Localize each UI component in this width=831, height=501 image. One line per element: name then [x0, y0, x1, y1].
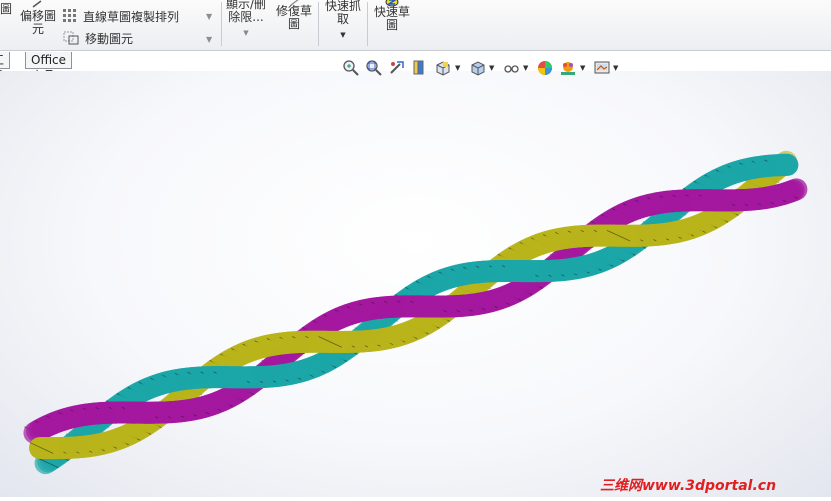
hide-show-items-icon[interactable]: [503, 59, 521, 77]
watermark-cn-text: 三维网: [600, 478, 642, 494]
quick-snaps-button[interactable]: 快速抓 取 ▼: [322, 0, 364, 42]
view-settings-icon[interactable]: [593, 59, 611, 77]
rapid-sketch-button[interactable]: 快速草 圖: [371, 0, 413, 32]
section-view-icon[interactable]: [411, 59, 429, 77]
offset-entities-icon: [31, 0, 45, 8]
zoom-to-fit-icon[interactable]: [342, 59, 360, 77]
linear-pattern-button[interactable]: 直線草圖複製排列: [63, 8, 179, 26]
partial-label-text: 圖: [0, 2, 12, 16]
ribbon-separator: [367, 2, 368, 46]
move-entities-dropdown-arrow[interactable]: ▼: [206, 35, 212, 44]
zoom-to-area-icon[interactable]: [365, 59, 383, 77]
apply-scene-icon[interactable]: [559, 59, 577, 77]
display-style-icon[interactable]: [469, 59, 487, 77]
view-orientation-dropdown-arrow[interactable]: ▼: [455, 64, 460, 72]
hide-show-dropdown-arrow[interactable]: ▼: [523, 64, 528, 72]
repair-sketch-button[interactable]: 修復草 圖: [273, 0, 315, 31]
repair-sketch-label: 修復草 圖: [273, 5, 315, 31]
rapid-sketch-label: 快速草 圖: [371, 6, 413, 32]
display-style-dropdown-arrow[interactable]: ▼: [489, 64, 494, 72]
ribbon-separator: [221, 2, 222, 46]
quick-snaps-label: 快速抓 取: [322, 0, 364, 26]
move-entities-icon: [63, 31, 79, 48]
edit-appearance-icon[interactable]: [536, 59, 554, 77]
offset-entities-label: 偏移圖 元: [18, 10, 58, 36]
move-entities-label: 移動圖元: [85, 32, 133, 46]
tab-office-products[interactable]: Office 產品: [25, 52, 72, 69]
wire-rope-model[interactable]: [0, 71, 831, 497]
move-entities-button[interactable]: 移動圖元: [63, 30, 133, 48]
tab-tools[interactable]: 工具: [0, 52, 10, 69]
linear-pattern-label: 直線草圖複製排列: [83, 10, 179, 24]
partial-command-label[interactable]: 圖: [0, 3, 12, 16]
linear-pattern-icon: [63, 9, 77, 26]
display-delete-relations-button[interactable]: 顯示/刪 除限... ▼: [225, 0, 267, 40]
graphics-area[interactable]: [0, 71, 831, 497]
previous-view-icon[interactable]: [388, 59, 406, 77]
watermark: 三维网www.3dportal.cn: [600, 475, 776, 495]
watermark-url-text: www.3dportal.cn: [642, 478, 776, 494]
linear-pattern-dropdown-arrow[interactable]: ▼: [206, 12, 212, 21]
quick-snaps-dropdown-arrow[interactable]: ▼: [322, 29, 364, 42]
display-relations-dropdown-arrow[interactable]: ▼: [225, 27, 267, 40]
ribbon-separator: [318, 2, 319, 46]
offset-entities-button[interactable]: 偏移圖 元: [18, 0, 58, 36]
display-delete-relations-label: 顯示/刪 除限...: [225, 0, 267, 24]
command-manager-ribbon: 圖 偏移圖 元 直線草圖複製排列 ▼ 移動圖元 ▼ 顯示/刪 除限... ▼ 修…: [0, 0, 831, 51]
rope-strands: [24, 160, 798, 468]
view-orientation-icon[interactable]: [434, 59, 452, 77]
apply-scene-dropdown-arrow[interactable]: ▼: [580, 64, 585, 72]
view-settings-dropdown-arrow[interactable]: ▼: [613, 64, 618, 72]
